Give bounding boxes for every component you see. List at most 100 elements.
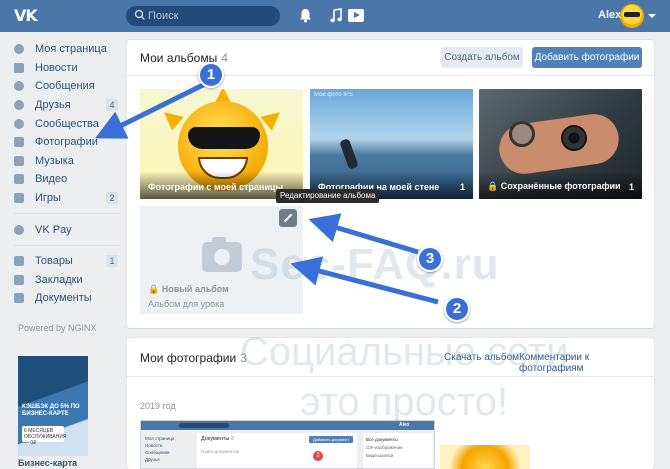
album-card-wall[interactable]: Мои фото IPS Фотографии на моей стене 1 [310,89,473,199]
friends-icon [14,100,24,111]
photo-thumbnail-screenshot[interactable]: Alex Моя страница Новости Сообщения Друз… [140,420,435,469]
sidebar-item-label: Новости [35,61,78,74]
mini-marker: 2 [313,451,323,461]
bookmarks-icon [14,274,24,285]
download-album-link[interactable]: Скачать альбом [444,352,519,363]
sidebar-item-music[interactable]: Музыка [14,152,120,171]
vk-logo-icon[interactable]: VK [14,6,40,26]
camera-icon [14,137,24,148]
sidebar-item-label: Музыка [35,154,74,167]
music-icon[interactable] [330,8,342,23]
mini-documents: Документы 3 Добавить документ Поиск доку… [197,433,357,468]
mini-menu-item: Моя страница [145,436,175,441]
album-card-saved[interactable]: 🔒 Сохранённые фотографии 1 [479,89,642,199]
sidebar-item-news[interactable]: Новости [14,59,120,78]
sidebar-item-label: Друзья [35,99,71,112]
mini-add-doc-button: Добавить документ [309,436,353,443]
album-image-tag: Мои фото IPS [314,92,353,98]
photos-panel: Мои фотографии 3 Скачать альбом Комментар… [127,338,654,469]
mini-menu-item: Друзья [145,457,160,462]
edit-album-tooltip: Редактирование альбома [276,189,380,203]
top-bar: VK Поиск Alex [0,0,670,32]
ad-title[interactable]: Бизнес-карта [18,458,77,468]
sidebar-item-bookmarks[interactable]: Закладки [14,271,120,290]
mini-username: Alex [399,422,410,428]
powered-by: Powered by NGINX [18,323,97,333]
sidebar: Моя страница Новости Сообщения Друзья 4 С… [14,40,120,308]
search-placeholder: Поиск [148,10,179,22]
album-title: Фотографии с моей страницы [148,182,284,192]
bell-icon[interactable] [299,8,312,23]
sidebar-item-label: Игры [35,192,61,205]
friends-badge: 4 [106,98,118,111]
sunglasses [188,127,260,149]
annotation-marker-2: 2 [444,296,470,322]
search-input[interactable]: Поиск [126,6,280,26]
runner-figure [339,138,359,170]
mini-filter: Видеозаписи [366,453,394,458]
albums-count: 4 [221,51,228,65]
photo-thumbnail-sun[interactable] [440,445,530,469]
play-icon[interactable] [348,9,364,22]
sidebar-item-label: Сообщения [35,80,95,93]
divider [127,376,654,377]
games-badge: 2 [106,191,118,204]
sidebar-item-documents[interactable]: Документы [14,289,120,308]
album-card-profile[interactable]: Фотографии с моей страницы [140,89,303,199]
avatar[interactable] [620,4,644,28]
sidebar-item-my-page[interactable]: Моя страница [14,40,120,59]
mini-menu-item: Сообщения [145,450,170,455]
user-name[interactable]: Alex [598,9,621,21]
sun-ray [158,105,184,131]
divider [14,213,120,215]
sidebar-item-label: Видео [35,173,68,186]
sidebar-item-groups[interactable]: Сообщества [14,114,120,133]
ad-headline: КЭШБЭК ДО 5% ПО БИЗНЕС-КАРТЕ [22,404,80,417]
sidebar-item-label: Товары [35,255,73,268]
create-album-button[interactable]: Создать альбом [441,47,523,68]
sidebar-item-video[interactable]: Видео [14,170,120,189]
mini-menu: Моя страница Новости Сообщения Друзья [145,435,174,463]
add-photos-button[interactable]: Добавить фотографии [532,47,642,68]
mini-doc-search: Поиск документов [201,449,240,454]
vkpay-icon [14,224,24,235]
ad-banner[interactable]: КЭШБЭК ДО 5% ПО БИЗНЕС-КАРТЕ 6 МЕСЯЦЕВ О… [18,356,88,456]
photo-comments-link[interactable]: Комментарии к фотографиям [519,352,654,374]
mini-search [179,423,229,428]
sidebar-item-messages[interactable]: Сообщения [14,77,120,96]
photos-count: 3 [240,351,247,365]
annotation-marker-3: 3 [417,246,443,272]
photos-title-text: Мои фотографии [140,351,237,365]
camera-icon [202,237,242,272]
mini-menu-item: Новости [145,443,163,448]
divider [14,244,120,246]
video-icon [14,174,24,185]
documents-icon [14,293,24,304]
search-icon [134,9,145,20]
mini-doc-title-text: Документы [201,436,230,442]
mini-doc-filters: Все документы GIF-изображения Видеозапис… [363,433,433,468]
watch-image [509,121,535,147]
sidebar-item-label: Моя страница [35,43,107,56]
goods-icon [14,256,24,267]
album-count: 1 [459,182,465,192]
games-icon [14,193,24,204]
rose-tattoo [561,125,587,151]
ad-card: 6 МЕСЯЦЕВ ОБСЛУЖИВАНИЯ — 0₽ [22,426,67,446]
edit-album-button[interactable] [279,209,297,227]
sidebar-item-label: Закладки [35,273,83,286]
mini-filter: Все документы [366,437,398,442]
sidebar-item-games[interactable]: Игры 2 [14,189,120,208]
sidebar-item-label: Фотографии [35,136,98,149]
messages-icon [14,81,24,92]
sidebar-item-friends[interactable]: Друзья 4 [14,96,120,115]
sidebar-item-photos[interactable]: Фотографии [14,133,120,152]
chevron-down-icon[interactable] [648,14,656,18]
sidebar-item-label: VK Pay [35,223,72,236]
mini-doc-count: 3 [230,436,234,442]
annotation-marker-1: 1 [198,62,224,88]
groups-icon [14,118,24,129]
sidebar-item-goods[interactable]: Товары 1 [14,252,120,271]
album-count: 1 [628,182,634,192]
sidebar-item-vkpay[interactable]: VK Pay [14,220,120,239]
